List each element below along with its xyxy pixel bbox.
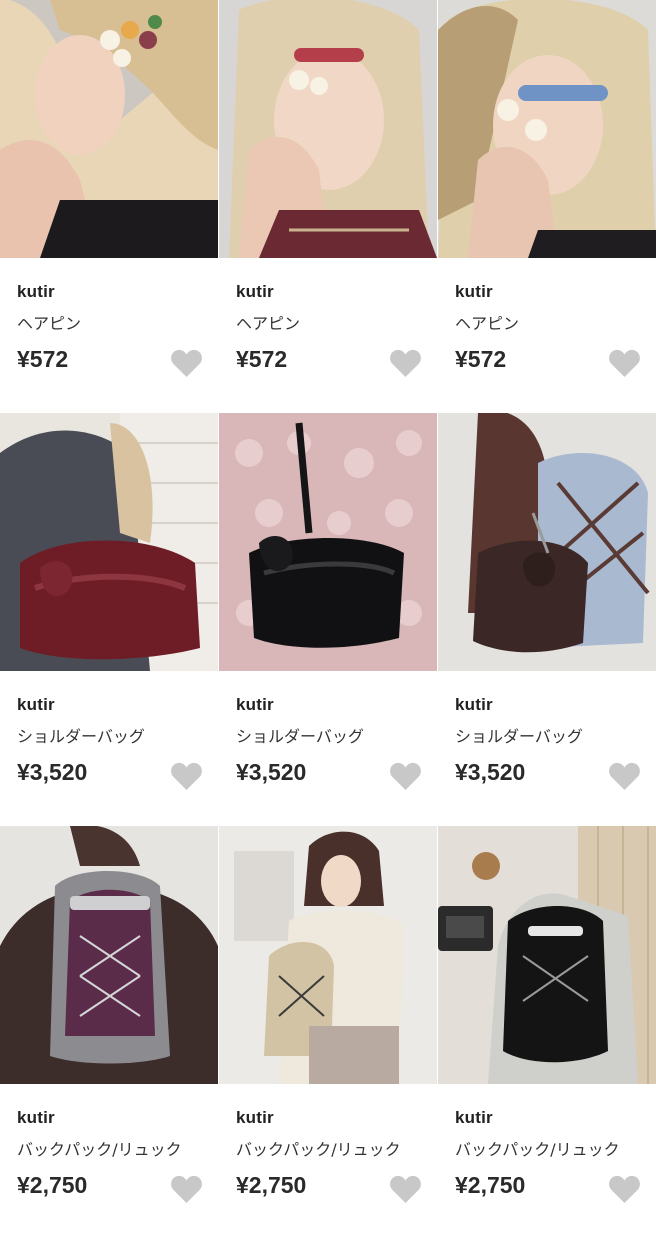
- product-price: ¥2,750: [17, 1172, 88, 1198]
- product-image[interactable]: [219, 413, 437, 671]
- product-brand: kutir: [455, 1108, 493, 1127]
- heart-icon: [609, 349, 640, 377]
- product-brand: kutir: [236, 1108, 274, 1127]
- heart-icon: [390, 349, 421, 377]
- product-card[interactable]: kutir ヘアピン ¥572: [438, 0, 656, 413]
- product-image[interactable]: [438, 0, 656, 258]
- product-price: ¥2,750: [236, 1172, 307, 1198]
- product-image[interactable]: [0, 0, 218, 258]
- product-price: ¥2,750: [455, 1172, 526, 1198]
- product-card[interactable]: kutir バックパック/リュック ¥2,750: [219, 826, 437, 1239]
- product-image[interactable]: [438, 413, 656, 671]
- product-price: ¥3,520: [17, 759, 88, 785]
- product-card[interactable]: kutir バックパック/リュック ¥2,750: [438, 826, 656, 1239]
- product-name: バックパック/リュック: [455, 1140, 620, 1159]
- product-brand: kutir: [17, 282, 55, 301]
- product-price: ¥3,520: [236, 759, 307, 785]
- product-price: ¥572: [455, 346, 507, 372]
- product-name: ショルダーバッグ: [17, 727, 145, 746]
- product-name: ヘアピン: [236, 314, 301, 333]
- product-brand: kutir: [236, 282, 274, 301]
- heart-icon: [390, 762, 421, 790]
- product-brand: kutir: [455, 282, 493, 301]
- favorite-button[interactable]: [608, 348, 641, 378]
- favorite-button[interactable]: [389, 348, 422, 378]
- product-price: ¥572: [17, 346, 69, 372]
- favorite-button[interactable]: [389, 761, 422, 791]
- favorite-button[interactable]: [170, 348, 203, 378]
- product-image[interactable]: [0, 826, 218, 1084]
- product-card[interactable]: kutir ショルダーバッグ ¥3,520: [219, 413, 437, 826]
- product-name: ヘアピン: [455, 314, 520, 333]
- product-brand: kutir: [455, 695, 493, 714]
- product-price: ¥572: [236, 346, 288, 372]
- heart-icon: [609, 762, 640, 790]
- product-brand: kutir: [17, 1108, 55, 1127]
- product-brand: kutir: [17, 695, 55, 714]
- product-name: ショルダーバッグ: [455, 727, 583, 746]
- product-card[interactable]: kutir バックパック/リュック ¥2,750: [0, 826, 218, 1239]
- product-image[interactable]: [0, 413, 218, 671]
- heart-icon: [171, 349, 202, 377]
- product-name: ショルダーバッグ: [236, 727, 364, 746]
- product-image[interactable]: [219, 0, 437, 258]
- product-card[interactable]: kutir ヘアピン ¥572: [0, 0, 218, 413]
- product-card[interactable]: kutir ヘアピン ¥572: [219, 0, 437, 413]
- product-card[interactable]: kutir ショルダーバッグ ¥3,520: [0, 413, 218, 826]
- product-image[interactable]: [219, 826, 437, 1084]
- favorite-button[interactable]: [608, 761, 641, 791]
- favorite-button[interactable]: [170, 761, 203, 791]
- product-name: バックパック/リュック: [236, 1140, 401, 1159]
- product-image[interactable]: [438, 826, 656, 1084]
- product-name: バックパック/リュック: [17, 1140, 182, 1159]
- product-brand: kutir: [236, 695, 274, 714]
- product-price: ¥3,520: [455, 759, 526, 785]
- heart-icon: [171, 762, 202, 790]
- product-grid: kutir ヘアピン ¥572 kutir ヘアピン ¥572 kutir ヘア…: [0, 0, 656, 1239]
- product-card[interactable]: kutir ショルダーバッグ ¥3,520: [438, 413, 656, 826]
- product-name: ヘアピン: [17, 314, 82, 333]
